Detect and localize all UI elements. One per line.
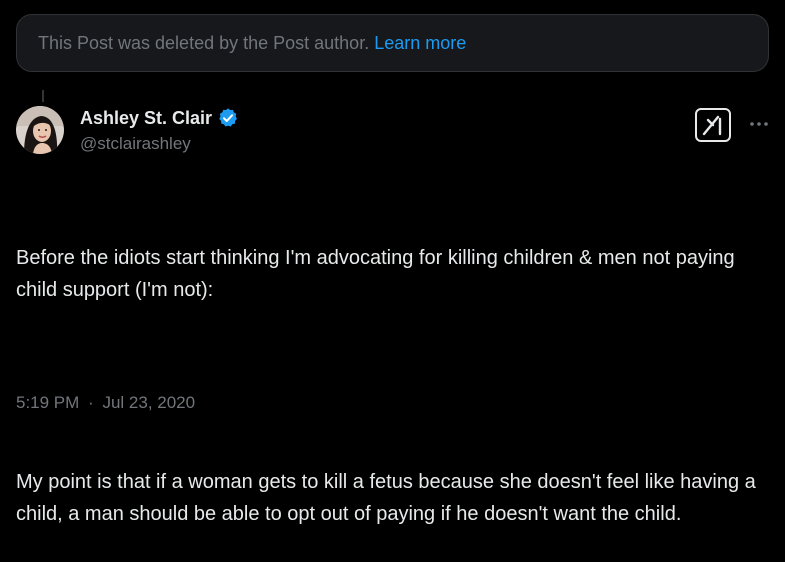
author-name-row[interactable]: Ashley St. Clair bbox=[80, 107, 239, 129]
more-options-icon bbox=[750, 122, 768, 126]
avatar-image bbox=[16, 106, 64, 154]
thread-connector-line bbox=[42, 90, 44, 102]
more-options-button[interactable] bbox=[748, 113, 770, 135]
grok-icon bbox=[702, 115, 722, 136]
tweet-paragraph: Before the idiots start thinking I'm adv… bbox=[16, 247, 741, 301]
tweet-paragraph: My point is that if a woman gets to kill… bbox=[16, 471, 762, 525]
timestamp-separator: · bbox=[88, 393, 94, 412]
timestamp-time[interactable]: 5:19 PM bbox=[16, 393, 79, 412]
tweet-body: Before the idiots start thinking I'm adv… bbox=[16, 178, 772, 562]
timestamp-date[interactable]: Jul 23, 2020 bbox=[102, 393, 195, 412]
verified-badge-icon[interactable] bbox=[217, 107, 239, 129]
deleted-notice-text: This Post was deleted by the Post author… bbox=[38, 32, 370, 53]
deleted-post-banner: This Post was deleted by the Post author… bbox=[16, 14, 769, 72]
author-name[interactable]: Ashley St. Clair bbox=[80, 108, 212, 129]
grok-button[interactable] bbox=[695, 108, 731, 142]
learn-more-link[interactable]: Learn more bbox=[374, 33, 466, 54]
author-handle[interactable]: @stclairashley bbox=[80, 134, 191, 154]
tweet-timestamp[interactable]: 5:19 PM · Jul 23, 2020 bbox=[16, 393, 195, 413]
avatar[interactable] bbox=[16, 106, 64, 154]
